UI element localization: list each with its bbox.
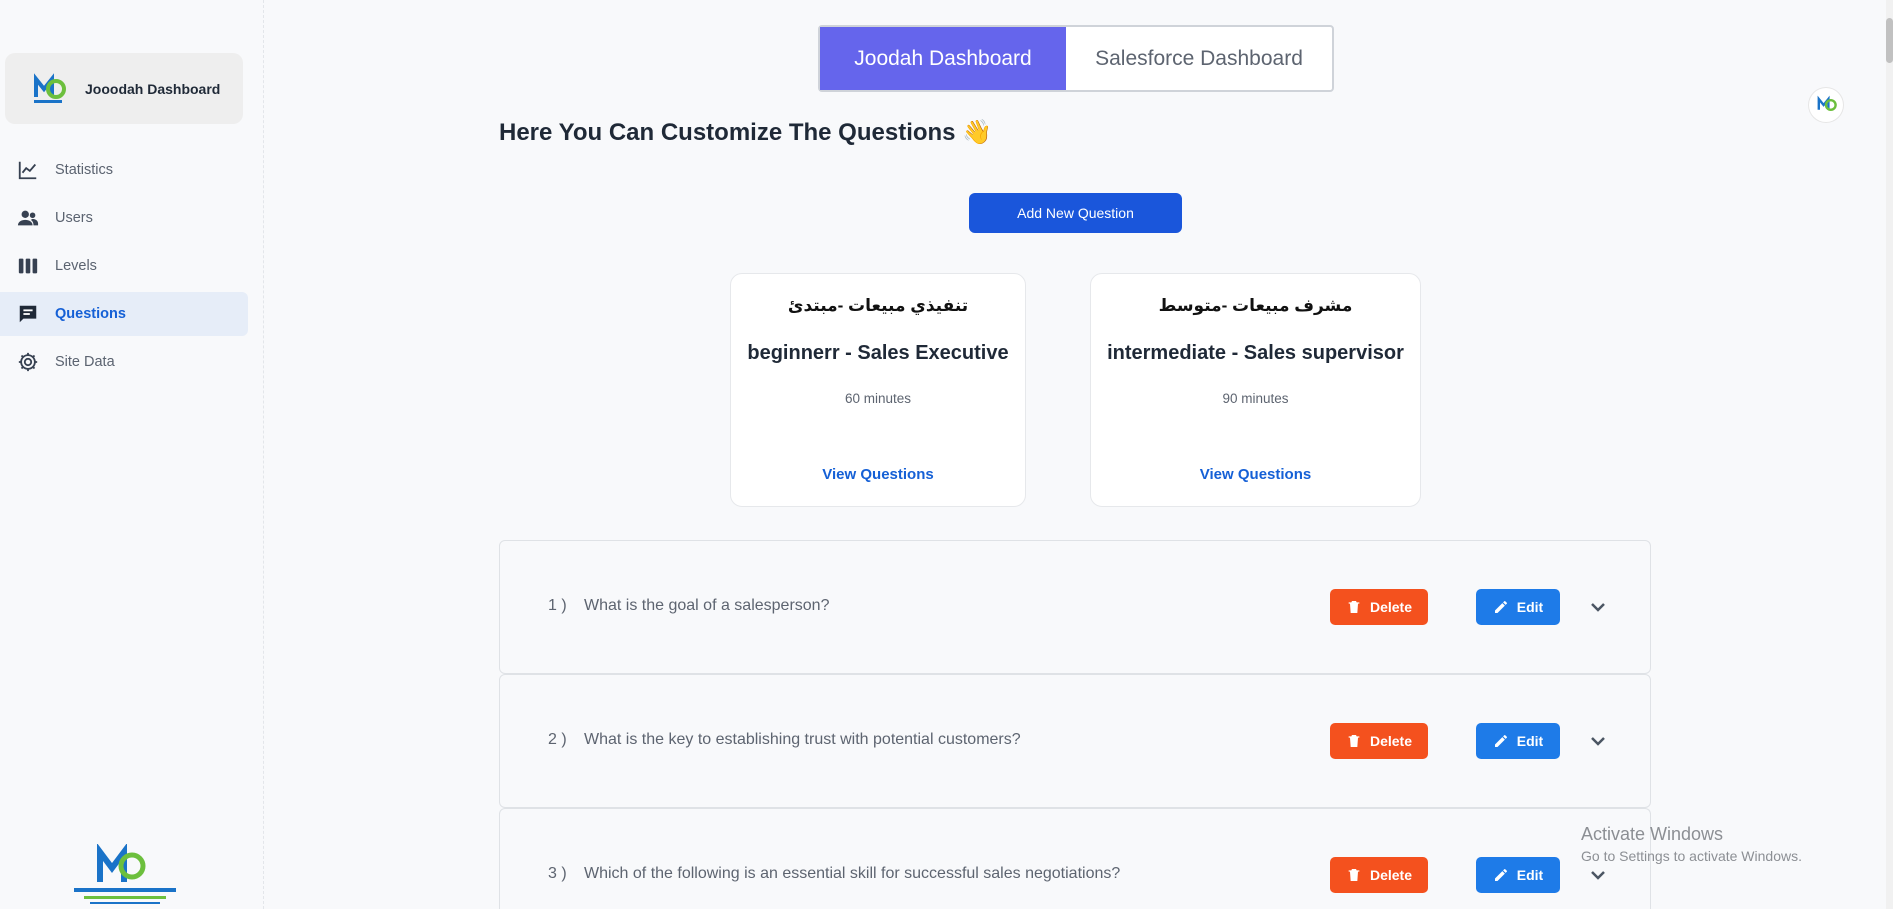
watermark-subtitle: Go to Settings to activate Windows. <box>1581 848 1802 864</box>
level-title: intermediate - Sales supervisor <box>1107 342 1404 364</box>
footer-company-logo <box>74 844 176 904</box>
pencil-icon <box>1494 600 1507 613</box>
edit-label: Edit <box>1516 599 1544 615</box>
question-number: 3 ) <box>548 865 567 882</box>
avatar[interactable] <box>1809 88 1843 122</box>
avatar-logo-icon <box>1817 95 1837 111</box>
sidebar-item-site-data[interactable]: Site Data <box>0 340 248 384</box>
scrollbar-thumb[interactable] <box>1886 18 1893 63</box>
gear-icon <box>18 352 38 372</box>
windows-activation-watermark: Activate Windows Go to Settings to activ… <box>1581 824 1802 864</box>
trash-icon <box>1348 869 1360 881</box>
level-card-beginner: تنفيذي مبيعات -مبتدئ beginnerr - Sales E… <box>730 273 1026 507</box>
edit-label: Edit <box>1516 733 1544 749</box>
question-text: What is the key to establishing trust wi… <box>584 731 1021 748</box>
sidebar-item-label: Users <box>55 210 93 226</box>
page-title: Here You Can Customize The Questions 👋 <box>499 119 993 146</box>
sidebar-item-users[interactable]: Users <box>0 196 248 240</box>
edit-button[interactable]: Edit <box>1476 723 1560 759</box>
scrollbar-track[interactable] <box>1886 0 1893 909</box>
chart-line-icon <box>18 161 37 180</box>
edit-label: Edit <box>1516 867 1544 883</box>
delete-label: Delete <box>1369 599 1413 615</box>
users-icon <box>17 210 39 226</box>
dashboard-tabs: Joodah Dashboard Salesforce Dashboard <box>818 25 1334 92</box>
sidebar-nav: Statistics Users Levels Questions Site D… <box>0 148 248 388</box>
delete-button[interactable]: Delete <box>1330 857 1428 893</box>
pencil-icon <box>1494 734 1507 747</box>
view-questions-link[interactable]: View Questions <box>1091 466 1420 483</box>
level-card-intermediate: مشرف مبيعات -متوسط intermediate - Sales … <box>1090 273 1421 507</box>
trash-icon <box>1348 601 1360 613</box>
edit-button[interactable]: Edit <box>1476 857 1560 893</box>
question-row: 1 ) What is the goal of a salesperson? D… <box>499 540 1651 674</box>
delete-button[interactable]: Delete <box>1330 589 1428 625</box>
view-questions-link[interactable]: View Questions <box>731 466 1025 483</box>
chevron-down-icon[interactable] <box>1586 595 1610 619</box>
level-title-arabic: مشرف مبيعات -متوسط <box>1158 296 1353 315</box>
edit-button[interactable]: Edit <box>1476 589 1560 625</box>
sidebar: Jooodah Dashboard Statistics Users Level… <box>0 0 264 909</box>
question-number: 2 ) <box>548 731 567 748</box>
level-title: beginnerr - Sales Executive <box>747 342 1009 364</box>
sidebar-item-label: Site Data <box>55 354 115 370</box>
columns-icon <box>18 258 38 274</box>
sidebar-item-label: Questions <box>55 306 126 322</box>
add-new-question-button[interactable]: Add New Question <box>969 193 1182 233</box>
level-duration: 90 minutes <box>1222 391 1289 406</box>
chevron-down-icon[interactable] <box>1586 729 1610 753</box>
sidebar-item-statistics[interactable]: Statistics <box>0 148 248 192</box>
brand[interactable]: Jooodah Dashboard <box>5 53 243 124</box>
question-row: 2 ) What is the key to establishing trus… <box>499 674 1651 808</box>
brand-name: Jooodah Dashboard <box>85 80 221 97</box>
level-duration: 60 minutes <box>844 391 912 406</box>
question-number: 1 ) <box>548 597 567 614</box>
company-logo <box>34 72 66 103</box>
delete-label: Delete <box>1369 867 1413 883</box>
delete-label: Delete <box>1369 733 1413 749</box>
sidebar-item-questions[interactable]: Questions <box>0 292 248 336</box>
level-title-arabic: تنفيذي مبيعات -مبتدئ <box>787 296 969 315</box>
sidebar-item-levels[interactable]: Levels <box>0 244 248 288</box>
tab-joodah-dashboard[interactable]: Joodah Dashboard <box>820 27 1066 90</box>
watermark-title: Activate Windows <box>1581 824 1724 844</box>
question-text: Which of the following is an essential s… <box>584 865 1121 882</box>
chevron-down-icon[interactable] <box>1586 863 1610 887</box>
pencil-icon <box>1494 868 1507 881</box>
sidebar-item-label: Statistics <box>55 162 114 178</box>
trash-icon <box>1348 735 1360 747</box>
tab-salesforce-dashboard[interactable]: Salesforce Dashboard <box>1066 27 1332 90</box>
sidebar-item-label: Levels <box>55 258 97 274</box>
delete-button[interactable]: Delete <box>1330 723 1428 759</box>
question-text: What is the goal of a salesperson? <box>584 597 830 614</box>
question-row: 3 ) Which of the following is an essenti… <box>499 808 1651 909</box>
chat-icon <box>19 305 37 323</box>
